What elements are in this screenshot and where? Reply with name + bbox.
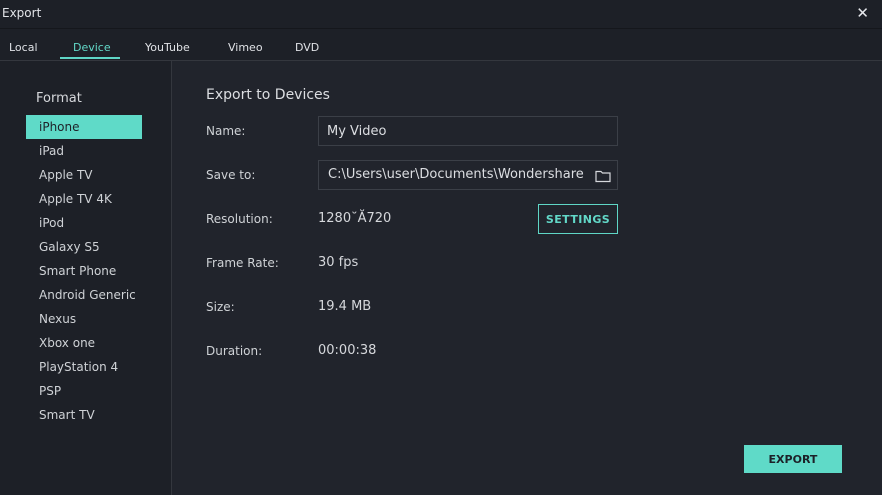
- device-item-android-generic[interactable]: Android Generic: [26, 283, 142, 307]
- tab-bar: Local Device YouTube Vimeo DVD: [0, 29, 882, 61]
- frame-rate-label: Frame Rate:: [206, 256, 279, 270]
- format-sidebar: Format iPhone iPad Apple TV Apple TV 4K …: [0, 61, 172, 495]
- name-label: Name:: [206, 124, 246, 138]
- size-value: 19.4 MB: [318, 299, 372, 314]
- save-path-value: C:\Users\user\Documents\Wondershare Film…: [328, 167, 586, 182]
- tab-device[interactable]: Device: [73, 41, 111, 54]
- device-item-apple-tv[interactable]: Apple TV: [26, 163, 142, 187]
- device-item-smart-phone[interactable]: Smart Phone: [26, 259, 142, 283]
- title-bar: Export ✕: [0, 0, 882, 29]
- device-item-galaxy-s5[interactable]: Galaxy S5: [26, 235, 142, 259]
- tab-youtube[interactable]: YouTube: [145, 41, 190, 54]
- frame-rate-value: 30 fps: [318, 255, 359, 270]
- duration-value: 00:00:38: [318, 343, 377, 358]
- device-item-apple-tv-4k[interactable]: Apple TV 4K: [26, 187, 142, 211]
- folder-icon[interactable]: [595, 168, 611, 187]
- resolution-value: 1280˘Ă720: [318, 211, 392, 226]
- device-item-playstation-4[interactable]: PlayStation 4: [26, 355, 142, 379]
- format-label: Format: [36, 91, 82, 106]
- save-path-field[interactable]: C:\Users\user\Documents\Wondershare Film…: [318, 160, 618, 190]
- active-tab-indicator: [60, 57, 120, 59]
- tab-dvd[interactable]: DVD: [295, 41, 319, 54]
- device-list: iPhone iPad Apple TV Apple TV 4K iPod Ga…: [26, 115, 142, 427]
- tab-local[interactable]: Local: [9, 41, 38, 54]
- device-item-ipod[interactable]: iPod: [26, 211, 142, 235]
- resolution-label: Resolution:: [206, 212, 273, 226]
- close-icon[interactable]: ✕: [856, 4, 869, 22]
- tab-vimeo[interactable]: Vimeo: [228, 41, 263, 54]
- settings-button[interactable]: SETTINGS: [538, 204, 618, 234]
- device-item-smart-tv[interactable]: Smart TV: [26, 403, 142, 427]
- device-item-ipad[interactable]: iPad: [26, 139, 142, 163]
- device-item-xbox-one[interactable]: Xbox one: [26, 331, 142, 355]
- size-label: Size:: [206, 300, 235, 314]
- export-button[interactable]: EXPORT: [744, 445, 842, 473]
- device-item-nexus[interactable]: Nexus: [26, 307, 142, 331]
- export-settings-panel: Export to Devices Name: Save to: C:\User…: [172, 61, 882, 495]
- duration-label: Duration:: [206, 344, 263, 358]
- save-to-label: Save to:: [206, 168, 256, 182]
- device-item-psp[interactable]: PSP: [26, 379, 142, 403]
- window-title: Export: [2, 6, 42, 20]
- name-input[interactable]: [318, 116, 618, 146]
- device-item-iphone[interactable]: iPhone: [26, 115, 142, 139]
- page-title: Export to Devices: [206, 87, 330, 103]
